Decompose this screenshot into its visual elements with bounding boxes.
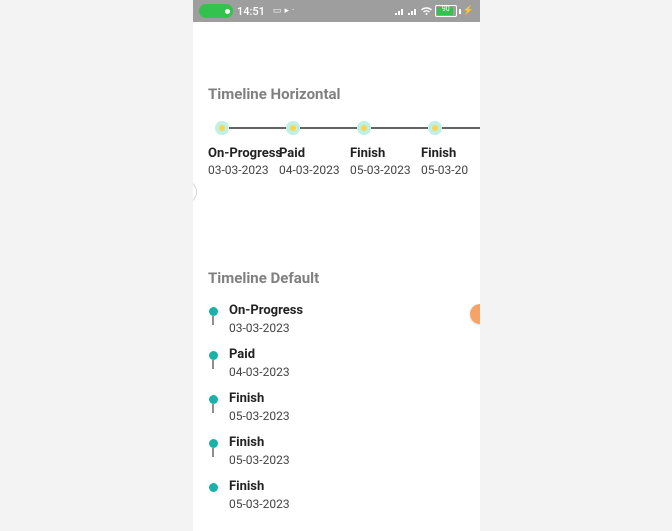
timeline-item-status: On-Progress — [208, 145, 282, 162]
timeline-connector — [371, 127, 428, 129]
timeline-item[interactable]: On-Progress 03-03-2023 — [208, 145, 282, 178]
vertical-timeline-title: Timeline Default — [208, 269, 480, 287]
battery-indicator: 90 — [435, 5, 461, 17]
timeline-item[interactable]: Paid 04-03-2023 — [279, 145, 340, 178]
timeline-item-status: Finish — [350, 145, 411, 162]
status-notif-icons: ▭ ▸ · — [273, 7, 294, 16]
timeline-node — [209, 351, 218, 360]
card-icon: ▭ — [273, 7, 282, 16]
horizontal-timeline-labels: On-Progress 03-03-2023 Paid 04-03-2023 F… — [208, 145, 480, 183]
timeline-item[interactable]: Finish 05-03-2023 — [350, 145, 411, 178]
phone-viewport: 14:51 ▭ ▸ · — [193, 0, 480, 531]
signal-icon-2 — [407, 7, 418, 16]
vertical-timeline: On-Progress 03-03-2023 Paid 04-03-2023 F… — [208, 303, 480, 523]
timeline-item[interactable]: On-Progress 03-03-2023 — [208, 303, 480, 347]
timeline-item[interactable]: Finish 05-03-2023 — [208, 435, 480, 479]
status-right: 90 ⚡ — [394, 5, 474, 17]
timeline-item-date: 05-03-2023 — [350, 162, 411, 178]
camera-icon: ▸ — [284, 7, 289, 16]
timeline-connector — [212, 404, 214, 413]
timeline-item-date: 05-03-2023 — [229, 453, 290, 468]
status-bar: 14:51 ▭ ▸ · — [193, 0, 480, 22]
timeline-connector — [212, 360, 214, 369]
horizontal-timeline-track — [208, 121, 480, 135]
timeline-connector — [300, 127, 357, 129]
timeline-item-status: Finish — [229, 391, 290, 407]
timeline-item-date: 04-03-2023 — [279, 162, 340, 178]
timeline-item[interactable]: Finish 05-03-2023 — [208, 391, 480, 435]
wifi-icon — [420, 6, 433, 16]
timeline-node[interactable] — [286, 121, 300, 135]
timeline-item-date: 05-03-20 — [421, 162, 468, 178]
dot-icon: · — [292, 7, 294, 16]
horizontal-timeline-title: Timeline Horizontal — [208, 85, 480, 103]
timeline-item[interactable]: Finish 05-03-20 — [421, 145, 468, 178]
charging-icon: ⚡ — [463, 7, 474, 16]
timeline-item-status: Paid — [229, 347, 290, 363]
signal-icon-1 — [394, 7, 405, 16]
timeline-node — [209, 439, 218, 448]
status-left: 14:51 ▭ ▸ · — [199, 4, 294, 18]
timeline-node[interactable] — [357, 121, 371, 135]
timeline-item-status: Finish — [229, 435, 290, 451]
horizontal-timeline: On-Progress 03-03-2023 Paid 04-03-2023 F… — [208, 121, 480, 183]
timeline-node — [209, 483, 218, 492]
timeline-connector — [212, 316, 214, 325]
status-time: 14:51 — [237, 5, 265, 18]
timeline-node[interactable] — [215, 121, 229, 135]
timeline-connector — [229, 127, 286, 129]
timeline-item-status: Finish — [229, 479, 290, 495]
timeline-item-date: 03-03-2023 — [208, 162, 282, 178]
timeline-item-status: On-Progress — [229, 303, 303, 319]
timeline-item-status: Paid — [279, 145, 340, 162]
timeline-item-date: 05-03-2023 — [229, 497, 290, 512]
battery-percent: 90 — [436, 5, 456, 13]
timeline-node[interactable] — [428, 121, 442, 135]
timeline-item[interactable]: Paid 04-03-2023 — [208, 347, 480, 391]
timeline-node — [209, 395, 218, 404]
recording-indicator — [199, 4, 233, 18]
timeline-node — [209, 307, 218, 316]
timeline-item-status: Finish — [421, 145, 468, 162]
timeline-item-date: 03-03-2023 — [229, 321, 303, 336]
stage: 14:51 ▭ ▸ · — [0, 0, 672, 531]
content-scroll[interactable]: Timeline Horizontal On-Progress 03-03-20… — [193, 85, 480, 523]
timeline-connector — [442, 127, 480, 129]
timeline-item-date: 05-03-2023 — [229, 409, 290, 424]
timeline-item[interactable]: Finish 05-03-2023 — [208, 479, 480, 523]
timeline-item-date: 04-03-2023 — [229, 365, 290, 380]
timeline-connector — [212, 448, 214, 457]
